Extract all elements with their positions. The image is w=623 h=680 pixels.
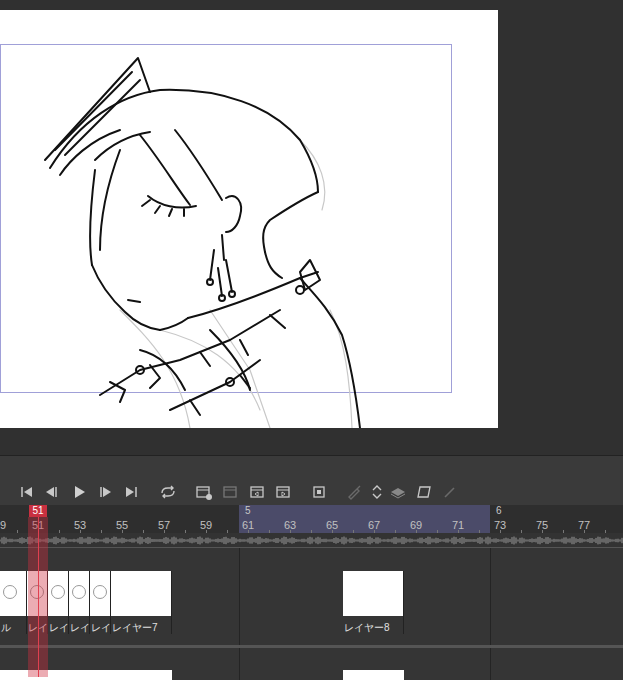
previous-cel-icon[interactable] xyxy=(249,484,267,500)
playhead-label[interactable]: 51 xyxy=(29,505,47,517)
cel-label: ル xyxy=(0,616,26,634)
cel-label: レイ xyxy=(69,616,89,634)
layers-icon[interactable] xyxy=(389,484,407,500)
new-cel-icon[interactable] xyxy=(195,484,213,500)
track-cell[interactable]: ル xyxy=(0,571,27,634)
frame-icon[interactable] xyxy=(415,484,433,500)
canvas[interactable] xyxy=(0,10,498,428)
sketch-mark xyxy=(3,585,17,599)
sketch-mark xyxy=(93,585,107,599)
cel-label: レイ xyxy=(90,616,110,634)
track-area: ルレイレイレイレイレイヤー7レイヤー8 xyxy=(0,548,623,680)
keyframe-brush-icon[interactable] xyxy=(346,484,364,500)
audio-track xyxy=(0,533,623,548)
play-icon[interactable] xyxy=(70,484,88,500)
last-frame-icon[interactable] xyxy=(122,484,140,500)
cel-thumbnail xyxy=(27,571,47,616)
playhead-line xyxy=(38,517,39,677)
track-cell[interactable]: レイヤー7 xyxy=(111,571,172,634)
track-cell[interactable]: レイ xyxy=(27,571,48,634)
timeline-header xyxy=(0,455,623,478)
track-cell[interactable]: レイヤー8 xyxy=(343,571,404,634)
previous-frame-icon[interactable] xyxy=(42,484,60,500)
line-art-drawing xyxy=(0,10,498,428)
cel-thumbnail xyxy=(90,571,110,616)
cel-thumbnail xyxy=(48,571,68,616)
second-label: 5 xyxy=(245,505,251,517)
sketch-mark xyxy=(30,585,44,599)
waveform xyxy=(0,533,623,548)
first-frame-icon[interactable] xyxy=(18,484,36,500)
track-cell[interactable]: レイ xyxy=(48,571,69,634)
track-cell[interactable]: レイ xyxy=(69,571,90,634)
up-down-icon[interactable] xyxy=(368,484,386,500)
second-line xyxy=(490,548,491,680)
pen-icon[interactable] xyxy=(441,484,459,500)
playhead-band xyxy=(28,517,48,677)
frame-ruler[interactable]: 515695153555759616365676971737577 xyxy=(0,505,623,533)
track-cell[interactable]: レイ xyxy=(90,571,111,634)
cel-thumbnail xyxy=(343,571,403,616)
cel-label: レイ xyxy=(27,616,47,634)
cel-label: レイ xyxy=(48,616,68,634)
frame-label: 9 xyxy=(0,518,15,532)
track-separator xyxy=(0,645,623,648)
second-line xyxy=(239,548,240,680)
track-cell[interactable] xyxy=(343,670,404,680)
sketch-mark xyxy=(72,585,86,599)
cel-thumbnail xyxy=(111,571,171,616)
sketch-mark xyxy=(51,585,65,599)
specify-cel-icon[interactable] xyxy=(222,484,240,500)
second-label: 6 xyxy=(496,505,502,517)
onion-skin-icon[interactable] xyxy=(311,484,329,500)
next-frame-icon[interactable] xyxy=(97,484,115,500)
next-cel-icon[interactable] xyxy=(275,484,293,500)
loop-icon[interactable] xyxy=(159,484,177,500)
cel-thumbnail xyxy=(0,571,26,616)
cel-label: レイヤー7 xyxy=(111,616,171,634)
canvas-area xyxy=(0,0,623,455)
timeline-toolbar xyxy=(0,478,623,505)
timeline[interactable]: 515695153555759616365676971737577 ルレイレイレ… xyxy=(0,505,623,680)
cel-thumbnail xyxy=(69,571,89,616)
track-cell[interactable] xyxy=(0,670,172,680)
cel-label: レイヤー8 xyxy=(343,616,403,634)
